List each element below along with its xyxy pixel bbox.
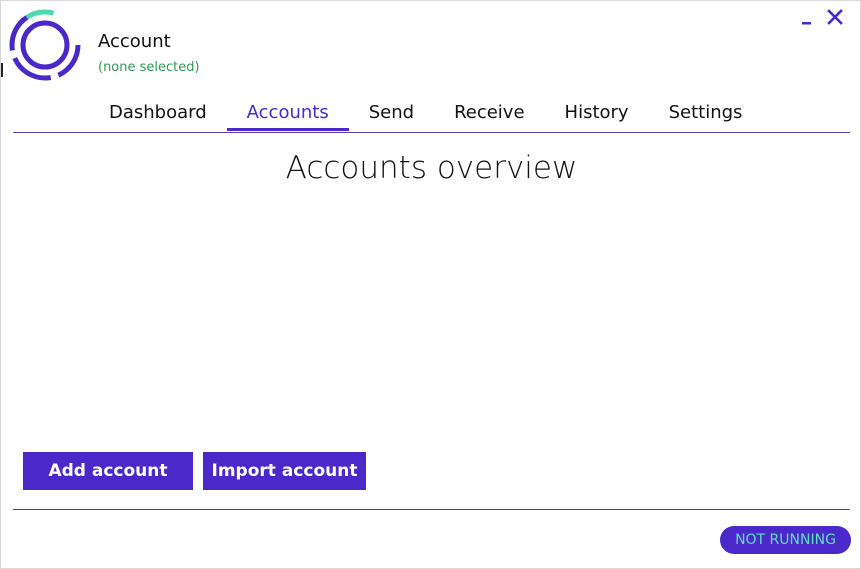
add-account-button[interactable]: Add account [23,452,193,490]
tab-send[interactable]: Send [349,98,434,128]
tab-settings[interactable]: Settings [649,98,763,128]
window-edge-mark [1,63,3,77]
tabs-divider [13,132,850,133]
page-title: Accounts overview [285,150,578,186]
app-window: Account (none selected) Dashboard Accoun… [0,0,861,569]
minimize-button[interactable] [797,7,817,27]
tab-dashboard[interactable]: Dashboard [89,98,227,128]
main-tabs: Dashboard Accounts Send Receive History … [89,98,762,132]
tab-accounts[interactable]: Accounts [226,98,349,131]
logo-inner-ring [20,20,70,70]
app-logo-icon [9,9,81,81]
tab-history[interactable]: History [545,98,649,128]
footer-divider [13,509,850,510]
account-subtitle: (none selected) [98,60,200,75]
account-title: Account [98,31,171,52]
close-icon [827,9,843,25]
tab-receive[interactable]: Receive [434,98,544,128]
minimize-icon [802,22,811,25]
status-badge: NOT RUNNING [720,526,851,554]
import-account-button[interactable]: Import account [203,452,366,490]
close-button[interactable] [825,7,845,27]
